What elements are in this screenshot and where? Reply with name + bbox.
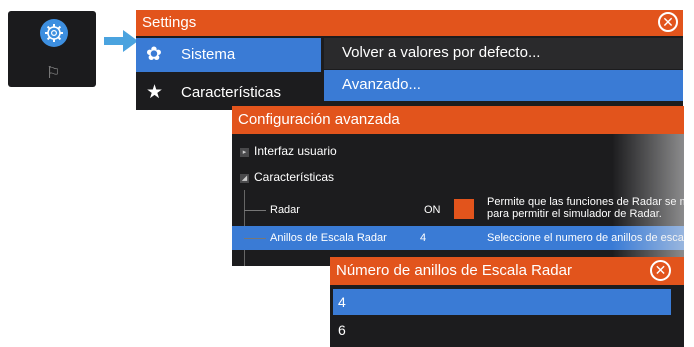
home-panel: ⚐ (8, 11, 96, 87)
menu-item-reset-defaults[interactable]: Volver a valores por defecto... (324, 38, 683, 69)
advanced-config-window: Configuración avanzada ▸ Interfaz usuari… (232, 106, 684, 266)
dialog-title-bar: Número de anillos de Escala Radar ✕ (330, 257, 684, 285)
radar-toggle[interactable] (454, 199, 474, 219)
gear-icon (45, 24, 63, 42)
menu-item-advanced[interactable]: Avanzado... (324, 70, 683, 101)
config-title-bar: Configuración avanzada (232, 106, 684, 134)
sidebar-item-sistema[interactable]: ✿ Sistema (136, 38, 321, 72)
tree-connector (244, 238, 266, 239)
arrow-right-icon (104, 30, 138, 52)
settings-title: Settings (142, 14, 197, 31)
tree-connector (244, 210, 266, 211)
dialog-option-label: 4 (338, 294, 346, 310)
flag-icon[interactable]: ⚐ (46, 63, 60, 83)
tree-item-label: Radar (270, 204, 300, 216)
expand-icon[interactable]: ▸ (240, 148, 249, 157)
config-title: Configuración avanzada (238, 111, 400, 128)
close-icon[interactable]: ✕ (658, 12, 678, 32)
sidebar-item-label: Características (181, 84, 282, 101)
radar-state: ON (424, 204, 441, 216)
dialog-option-label: 6 (338, 322, 346, 338)
sidebar-item-caracteristicas[interactable]: ★ Características (136, 76, 321, 110)
fade-overlay (612, 134, 684, 266)
tree-item-label: Interfaz usuario (254, 144, 337, 158)
tree-item-label: Características (254, 170, 335, 184)
tree-item-label: Anillos de Escala Radar (270, 232, 387, 244)
gear-icon: ✿ (146, 44, 162, 65)
settings-window: Settings ✕ ✿ Sistema ★ Características V… (136, 10, 683, 110)
range-rings-dialog: Número de anillos de Escala Radar ✕ 4 6 (330, 257, 684, 347)
dialog-option-6[interactable]: 6 (333, 317, 671, 343)
dialog-title: Número de anillos de Escala Radar (336, 262, 572, 279)
sidebar-item-label: Sistema (181, 46, 236, 63)
star-icon: ★ (146, 82, 164, 103)
anillos-value: 4 (420, 232, 427, 244)
dialog-option-4[interactable]: 4 (333, 289, 671, 315)
settings-title-bar: Settings ✕ (136, 10, 683, 36)
collapse-icon[interactable]: ◢ (240, 174, 249, 183)
close-icon[interactable]: ✕ (650, 260, 671, 281)
menu-item-label: Avanzado... (342, 76, 421, 93)
menu-item-label: Volver a valores por defecto... (342, 44, 541, 61)
settings-gear-button[interactable] (40, 19, 68, 47)
